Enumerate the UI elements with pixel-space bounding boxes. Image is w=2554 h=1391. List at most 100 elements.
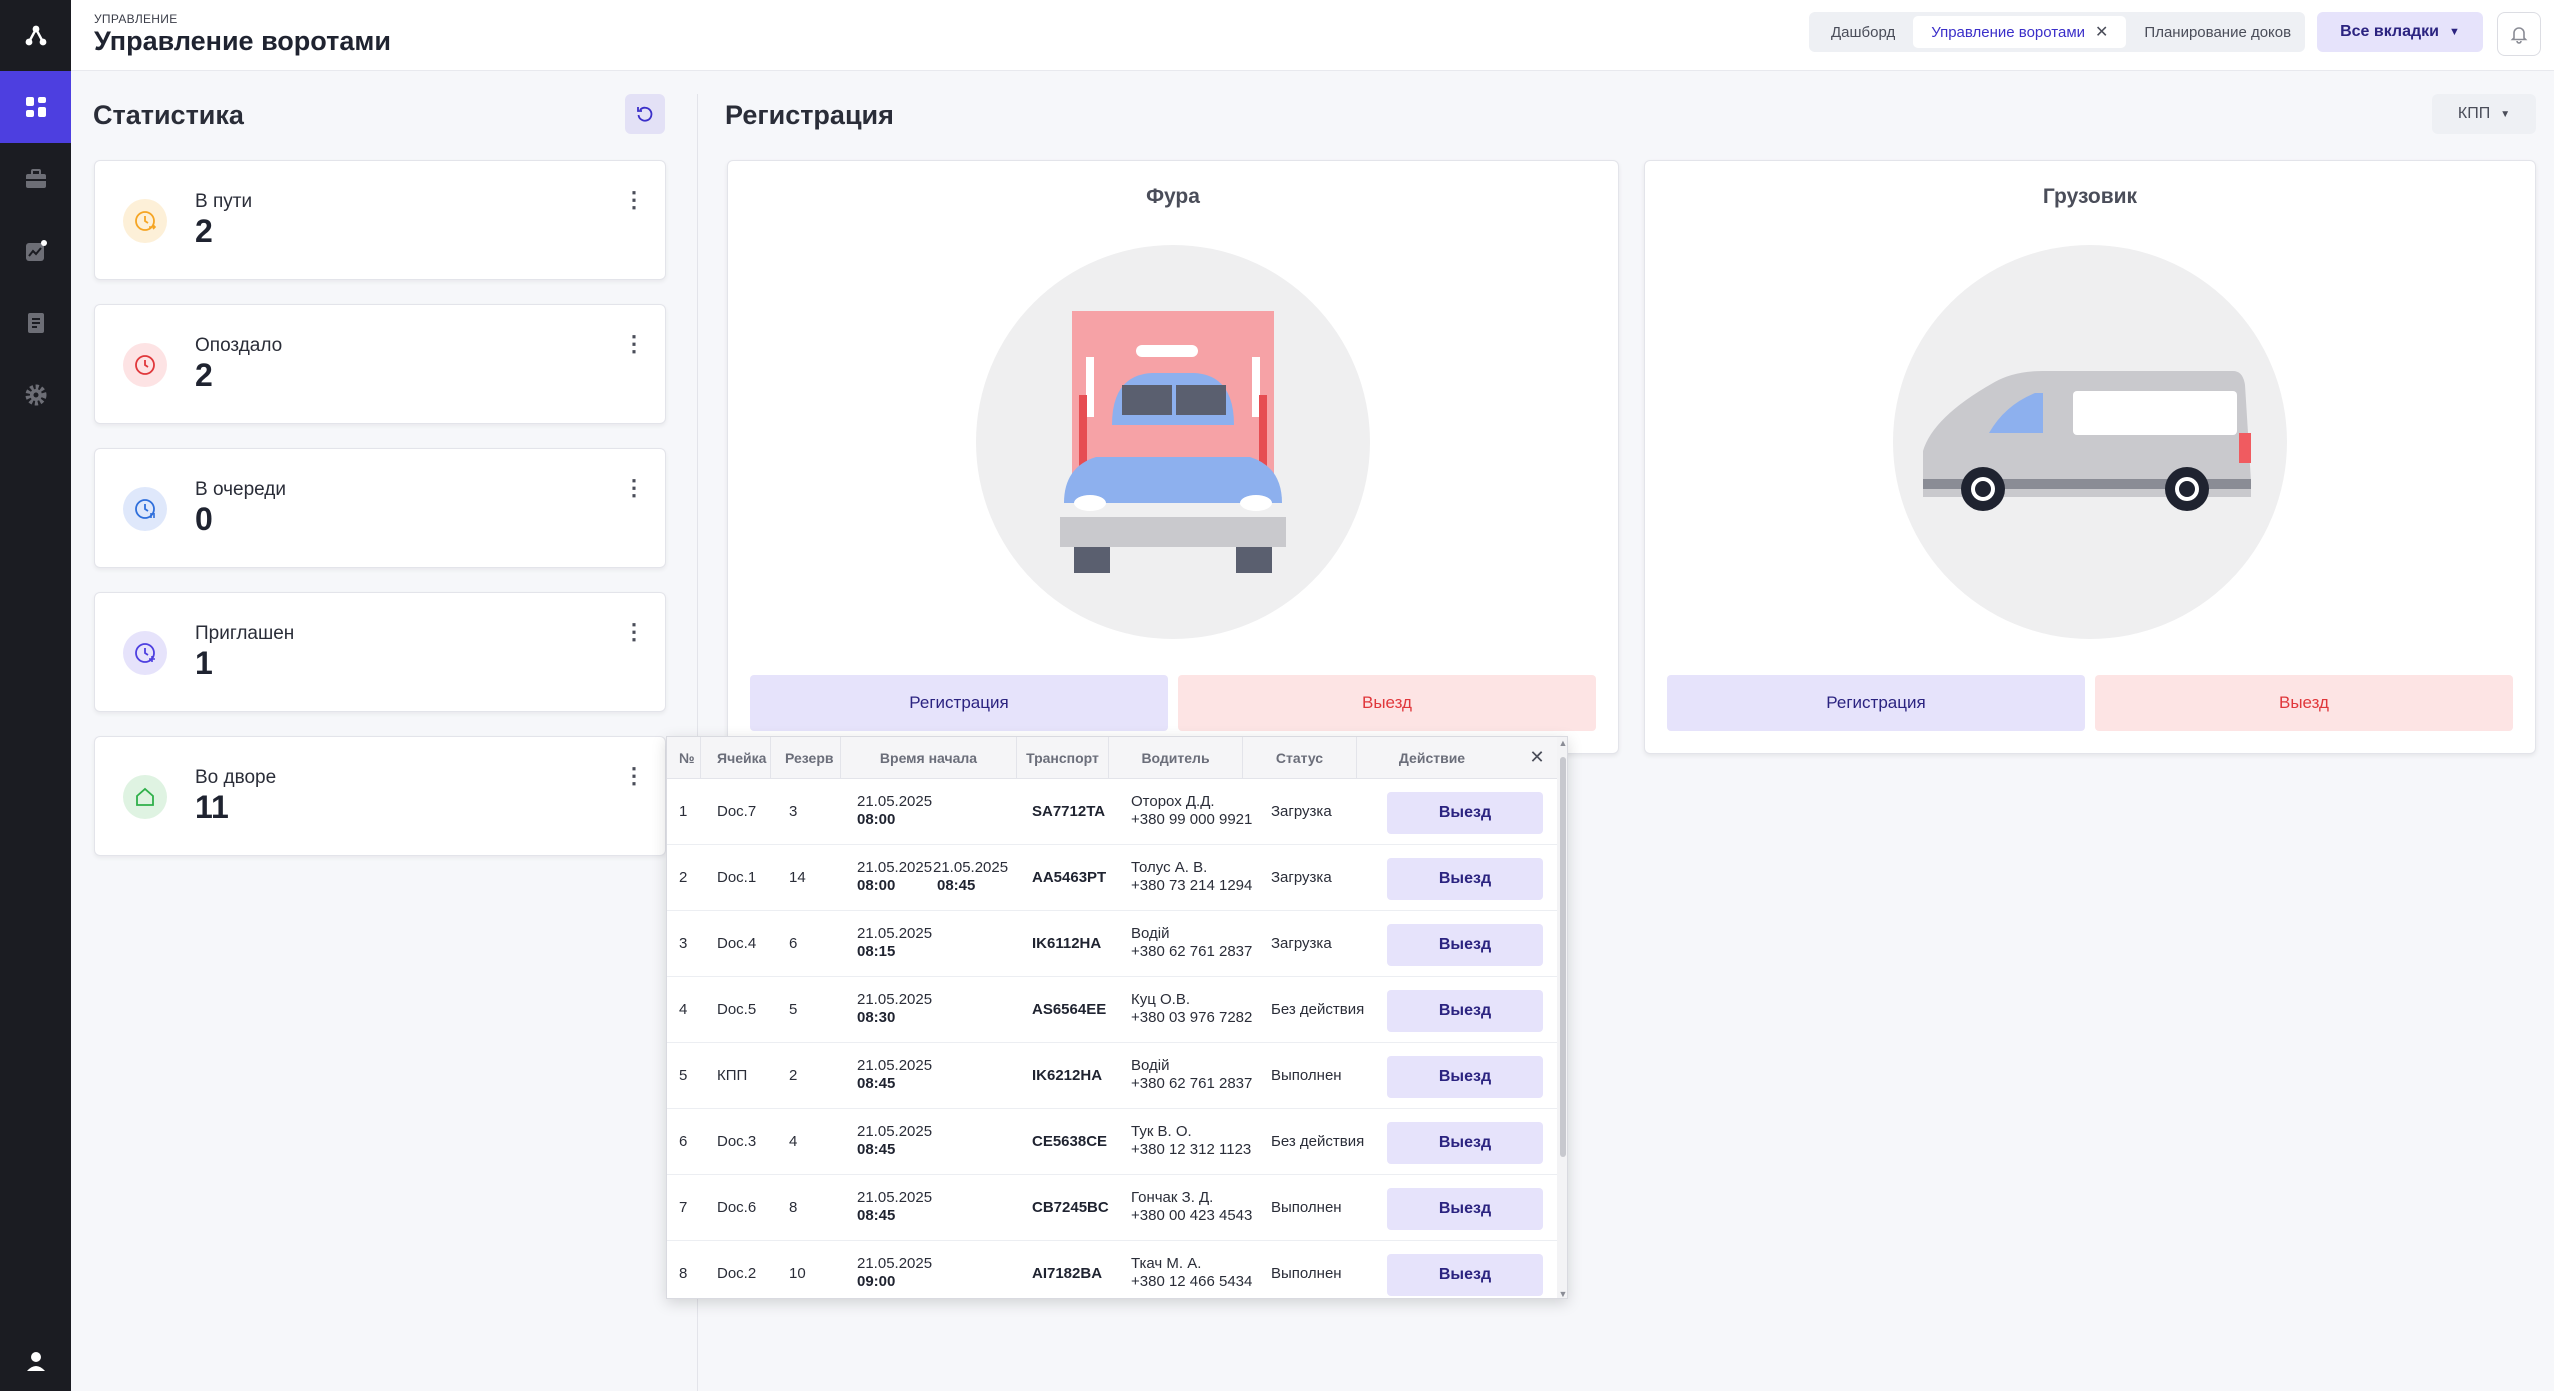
row-start-date: 21.05.2025 (857, 925, 933, 942)
exit-van-button[interactable]: Выезд (2095, 675, 2513, 731)
row-start-time: 08:00 (857, 877, 896, 894)
row-reserve: 4 (789, 1133, 798, 1150)
row-phone: +380 12 466 5434 (1131, 1273, 1253, 1290)
table-row: 3 Doc.4 6 21.05.2025 08:15 IK6112HA Воді… (667, 911, 1557, 977)
row-reserve: 8 (789, 1199, 798, 1216)
row-cell: Doc.5 (717, 1001, 757, 1018)
row-phone: +380 62 761 2837 (1131, 1075, 1253, 1092)
tab-gate-management[interactable]: Управление воротами ✕ (1913, 16, 2127, 48)
tab-dock-planning[interactable]: Планирование доков (2126, 16, 2309, 48)
row-driver: Водій (1131, 1057, 1170, 1074)
row-phone: +380 12 312 1123 (1131, 1141, 1252, 1158)
kebab-menu-icon[interactable]: ⋮ (623, 765, 645, 787)
all-tabs-dropdown[interactable]: Все вкладки ▼ (2317, 12, 2483, 52)
column-header-action: Действие (1398, 750, 1466, 766)
close-tab-icon[interactable]: ✕ (2095, 22, 2108, 42)
row-start-time: 08:45 (857, 1141, 896, 1158)
tab-dashboard[interactable]: Дашборд (1813, 16, 1913, 48)
notifications-button[interactable] (2497, 12, 2541, 56)
bell-icon (2510, 27, 2528, 44)
vehicle-title: Фура (1146, 185, 1200, 208)
row-driver: Ткач М. А. (1131, 1255, 1202, 1272)
register-van-button[interactable]: Регистрация (1667, 675, 2085, 731)
scroll-up-icon[interactable]: ▲ (1557, 737, 1567, 749)
logo-icon[interactable] (0, 0, 71, 72)
row-exit-button[interactable]: Выезд (1387, 792, 1543, 834)
row-end-time: 08:45 (937, 877, 976, 894)
register-semi-button[interactable]: Регистрация (750, 675, 1168, 731)
row-exit-button[interactable]: Выезд (1387, 1254, 1543, 1296)
row-driver: Куц О.В. (1131, 991, 1191, 1008)
row-plate: CB7245BC (1032, 1199, 1109, 1216)
vehicle-card-van: Грузовик Регистрация Выезд (1644, 160, 2536, 754)
row-start-date: 21.05.2025 (857, 1255, 933, 1272)
kebab-menu-icon[interactable]: ⋮ (623, 621, 645, 643)
row-number: 8 (679, 1265, 688, 1282)
settings-icon[interactable] (0, 359, 71, 431)
row-reserve: 14 (789, 869, 806, 886)
stat-value: 2 (195, 357, 213, 393)
row-start-date: 21.05.2025 (857, 1189, 933, 1206)
row-reserve: 5 (789, 1001, 798, 1018)
stat-value: 11 (195, 789, 229, 825)
row-cell: Doc.1 (717, 869, 757, 886)
column-header-status: Статус (1243, 737, 1357, 779)
row-exit-button[interactable]: Выезд (1387, 990, 1543, 1032)
row-exit-button[interactable]: Выезд (1387, 1188, 1543, 1230)
row-exit-button[interactable]: Выезд (1387, 858, 1543, 900)
row-reserve: 10 (789, 1265, 806, 1282)
row-status: Выполнен (1271, 1265, 1342, 1282)
row-plate: IK6112HA (1032, 935, 1102, 952)
stat-card-late[interactable]: Опоздало 2 ⋮ (94, 304, 666, 424)
close-icon[interactable]: ✕ (1525, 745, 1549, 769)
clock-invited-icon (123, 631, 167, 675)
row-phone: +380 03 976 7282 (1131, 1009, 1253, 1026)
tab-bar: Дашборд Управление воротами ✕ Планировани… (1809, 12, 2305, 52)
row-number: 1 (679, 803, 688, 820)
dashboard-icon[interactable] (0, 71, 71, 143)
row-start-date: 21.05.2025 (857, 793, 933, 810)
kebab-menu-icon[interactable]: ⋮ (623, 333, 645, 355)
row-plate: AA5463PT (1032, 869, 1107, 886)
column-header-transport: Транспорт (1017, 737, 1109, 779)
row-number: 2 (679, 869, 688, 886)
scrollbar-thumb[interactable] (1560, 757, 1566, 1157)
kebab-menu-icon[interactable]: ⋮ (623, 189, 645, 211)
row-plate: SA7712TA (1032, 803, 1106, 820)
row-number: 5 (679, 1067, 688, 1084)
row-plate: CE5638CE (1032, 1133, 1108, 1150)
row-exit-button[interactable]: Выезд (1387, 1056, 1543, 1098)
table-row: 4 Doc.5 5 21.05.2025 08:30 AS6564EE Куц … (667, 977, 1557, 1043)
row-start-time: 08:30 (857, 1009, 896, 1026)
clock-late-icon (123, 343, 167, 387)
stat-card-yard[interactable]: Во дворе 11 ⋮ (94, 736, 666, 856)
stat-card-in-transit[interactable]: В пути 2 ⋮ (94, 160, 666, 280)
checkpoint-dropdown[interactable]: КПП ▼ (2432, 94, 2536, 134)
stat-card-invited[interactable]: Приглашен 1 ⋮ (94, 592, 666, 712)
column-header-start-time: Время начала (841, 737, 1017, 779)
table-row: 7 Doc.6 8 21.05.2025 08:45 CB7245BC Гонч… (667, 1175, 1557, 1241)
row-driver: Водій (1131, 925, 1170, 942)
row-number: 6 (679, 1133, 688, 1150)
refresh-button[interactable] (625, 94, 665, 134)
column-header-driver: Водитель (1109, 737, 1243, 779)
scroll-down-icon[interactable]: ▼ (1557, 1288, 1567, 1298)
sidebar (0, 0, 71, 1391)
queue-table-popup: № Ячейка Резерв Время начала Транспорт В… (666, 736, 1568, 1299)
row-cell: Doc.4 (717, 935, 757, 952)
briefcase-icon[interactable] (0, 143, 71, 215)
exit-semi-button[interactable]: Выезд (1178, 675, 1596, 731)
user-icon[interactable] (0, 1325, 71, 1391)
row-plate: AI7182BA (1032, 1265, 1103, 1282)
page-title: Управление воротами (94, 26, 391, 56)
kebab-menu-icon[interactable]: ⋮ (623, 477, 645, 499)
analytics-icon[interactable] (0, 215, 71, 287)
row-plate: AS6564EE (1032, 1001, 1107, 1018)
row-start-date: 21.05.2025 (857, 1123, 933, 1140)
row-exit-button[interactable]: Выезд (1387, 924, 1543, 966)
row-reserve: 3 (789, 803, 798, 820)
stat-card-queue[interactable]: В очереди 0 ⋮ (94, 448, 666, 568)
row-exit-button[interactable]: Выезд (1387, 1122, 1543, 1164)
documents-icon[interactable] (0, 287, 71, 359)
row-end-date: 21.05.2025 (933, 859, 1009, 876)
